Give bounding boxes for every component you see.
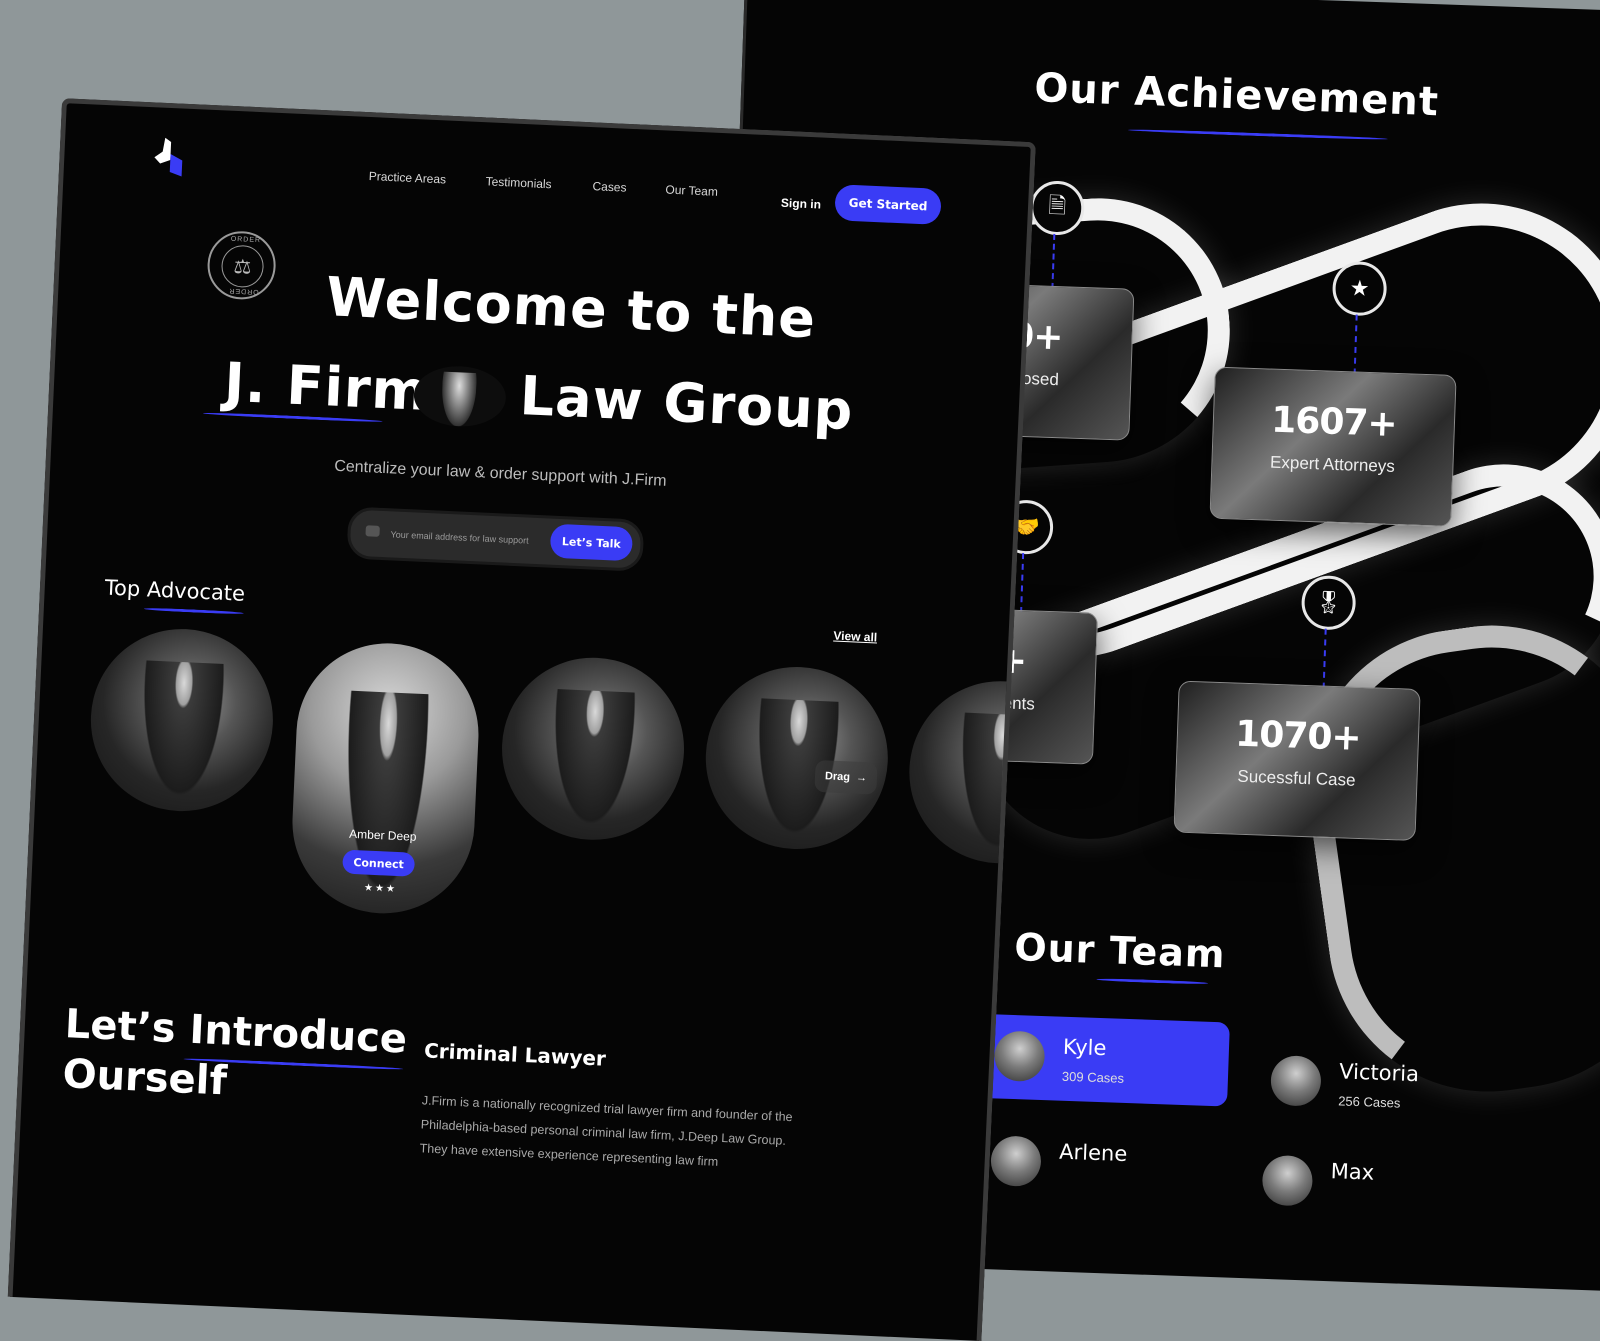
hero-title-law-group: Law Group — [518, 364, 855, 443]
criminal-lawyer-title: Criminal Lawyer — [423, 1038, 607, 1071]
member-cases: 309 Cases — [1061, 1068, 1125, 1086]
advocate-card[interactable] — [497, 653, 689, 844]
connect-button[interactable]: Connect — [342, 849, 416, 877]
drag-handle[interactable]: Drag → — [814, 759, 878, 795]
avatar — [993, 1030, 1046, 1083]
avatar — [1261, 1154, 1314, 1207]
nav-our-team[interactable]: Our Team — [665, 182, 718, 198]
stat-card-successful-case: 1070+ Sucessful Case — [1173, 680, 1421, 841]
team-title-underline — [1096, 977, 1209, 985]
email-input[interactable] — [387, 521, 553, 555]
member-name: Kyle — [1062, 1034, 1107, 1061]
member-name: Arlene — [1058, 1139, 1128, 1167]
nav-testimonials[interactable]: Testimonials — [485, 174, 552, 191]
drag-label: Drag — [824, 770, 851, 784]
avatar — [990, 1135, 1042, 1188]
team-member-victoria[interactable]: Victoria 256 Cases — [1253, 1038, 1506, 1131]
top-advocate-title: Top Advocate — [104, 575, 246, 606]
hero-title-line1: Welcome to the — [324, 265, 818, 351]
landing-page-panel: Practice Areas Testimonials Cases Our Te… — [7, 98, 1036, 1341]
arrow-right-icon: → — [855, 771, 868, 785]
stat-value: 1070+ — [1234, 713, 1362, 759]
order-stamp: ORDER ORDER ⚖ — [206, 229, 278, 301]
stamp-text: ORDER — [228, 286, 259, 296]
advocate-card[interactable] — [86, 625, 277, 816]
stat-value: 1607+ — [1270, 399, 1398, 445]
scales-icon: ⚖ — [220, 244, 265, 289]
get-started-button[interactable]: Get Started — [834, 184, 942, 225]
top-advocate-underline — [143, 607, 244, 615]
view-all-link[interactable]: View all — [833, 629, 877, 645]
team-title: Our Team — [1013, 925, 1227, 977]
nav-cases[interactable]: Cases — [592, 179, 627, 195]
achievement-title-underline — [1127, 128, 1388, 141]
advocate-card[interactable]: Drag → — [701, 662, 892, 854]
j-firm-logo[interactable] — [153, 137, 185, 178]
advocate-card-featured[interactable]: Amber Deep Connect ★★★ — [288, 639, 483, 918]
hero-subtitle: Centralize your law & order support with… — [333, 457, 667, 490]
member-cases: 256 Cases — [1337, 1093, 1401, 1111]
mail-icon — [365, 525, 380, 537]
lets-talk-button[interactable]: Let’s Talk — [549, 523, 634, 562]
intro-title: Let’s Introduce Ourself — [61, 1001, 409, 1105]
team-member-arlene[interactable]: Arlene — [973, 1119, 1226, 1212]
hero-title-firm: J. Firm — [222, 350, 431, 423]
stat-card-expert-attorneys: 1607+ Expert Attorneys — [1209, 366, 1457, 527]
team-member-max[interactable]: Max — [1245, 1138, 1498, 1231]
avatar — [1270, 1055, 1322, 1107]
stat-label: Sucessful Case — [1237, 766, 1356, 790]
member-name: Max — [1330, 1159, 1375, 1185]
stamp-text: ORDER — [230, 235, 262, 245]
member-name: Victoria — [1338, 1059, 1420, 1087]
sign-in-link[interactable]: Sign in — [781, 196, 822, 212]
team-member-kyle[interactable]: Kyle 309 Cases — [977, 1013, 1230, 1107]
criminal-lawyer-description: J.Firm is a nationally recognized trial … — [419, 1092, 793, 1169]
nav-practice-areas[interactable]: Practice Areas — [368, 169, 446, 186]
stat-label: Expert Attorneys — [1269, 452, 1396, 476]
achievement-title: Our Achievement — [1033, 65, 1440, 126]
email-signup-form: Let’s Talk — [346, 506, 645, 572]
